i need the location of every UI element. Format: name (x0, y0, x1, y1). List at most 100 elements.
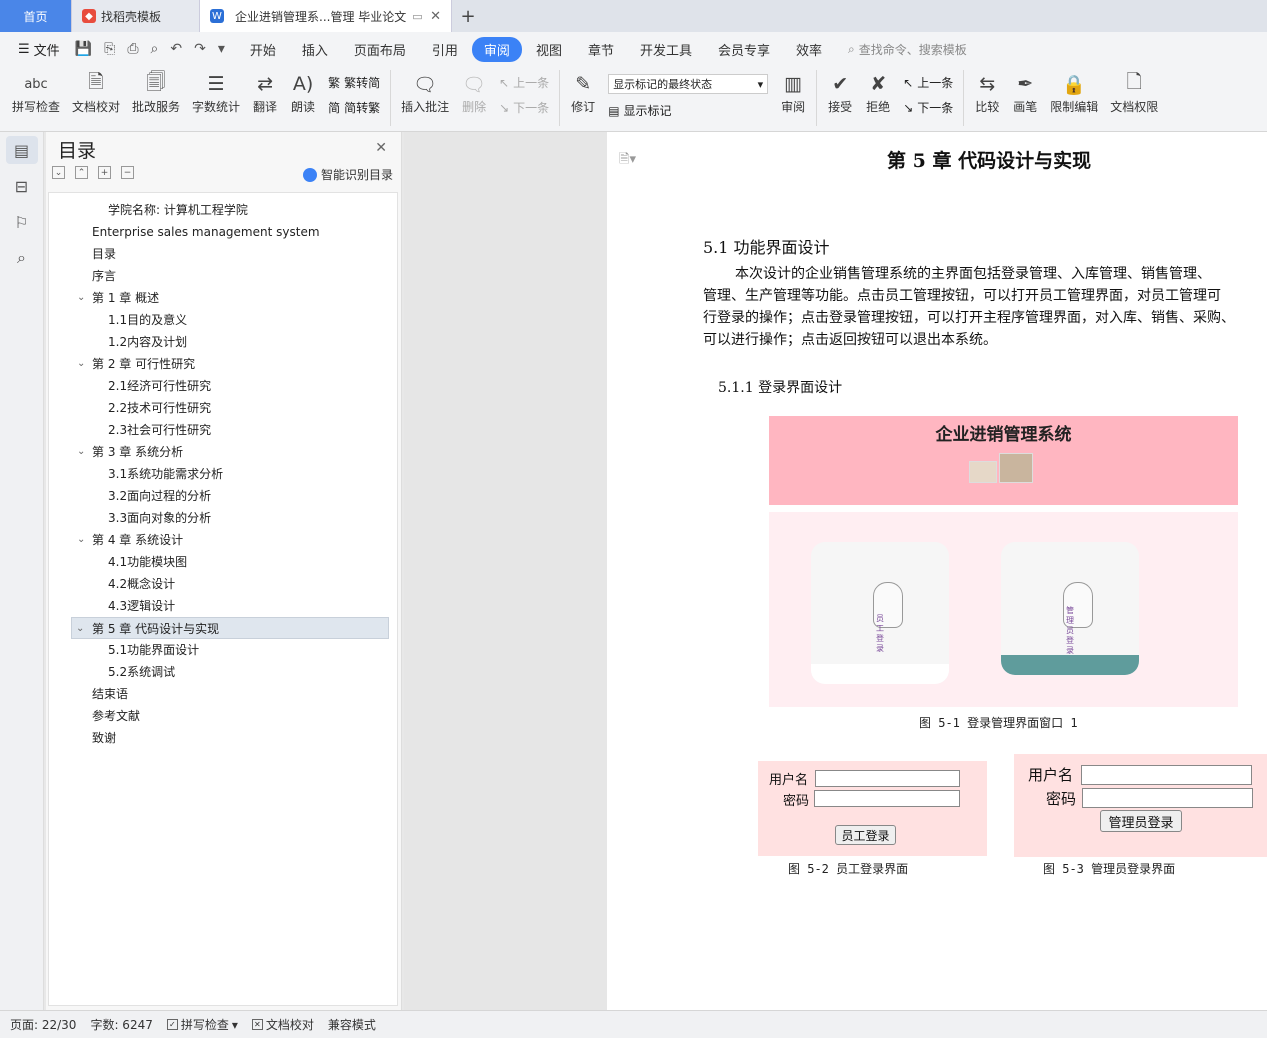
toc-item[interactable]: 2.1经济可行性研究 (49, 375, 397, 397)
toc-item[interactable]: Enterprise sales management system (49, 221, 397, 243)
markup-state-select[interactable]: 显示标记的最终状态 ▾ (608, 74, 769, 94)
pen-button[interactable]: ✒ 画笔 (1006, 70, 1044, 115)
menu-item-review[interactable]: 审阅 (471, 36, 522, 62)
redo-icon[interactable]: ↷ (189, 41, 211, 57)
status-spell-check[interactable]: ✓ 拼写检查 ▾ (166, 1016, 238, 1033)
review-pane-button[interactable]: ▥ 审阅 (774, 70, 812, 115)
page-indicator[interactable]: 页面: 22/30 (10, 1016, 76, 1033)
save-icon[interactable]: 💾 (70, 41, 97, 57)
prev-change-button[interactable]: ↖ 上一条 (903, 74, 953, 91)
close-icon[interactable]: ✕ (375, 140, 387, 156)
spell-check-button[interactable]: abc 拼写检查 (6, 70, 66, 115)
toc-item[interactable]: ⌄ 第 2 章 可行性研究 (49, 353, 397, 375)
insert-comment-button[interactable]: 🗨 插入批注 (395, 70, 455, 115)
show-markup-button[interactable]: ▤ 显示标记 (608, 102, 768, 119)
menu-item-home[interactable]: 开始 (238, 37, 288, 62)
undo-icon[interactable]: ↶ (165, 41, 187, 57)
paragraph-line: 行登录的操作；点击登录管理按钮，可以打开主程序管理界面，对入库、销售、采购、 (703, 310, 1235, 326)
toc-item[interactable]: 2.2技术可行性研究 (49, 397, 397, 419)
remove-heading-icon[interactable]: − (121, 166, 134, 179)
add-heading-icon[interactable]: + (98, 166, 111, 179)
export-pdf-icon[interactable]: ⎘ (99, 41, 120, 57)
customize-chevron-icon[interactable]: ▾ (213, 41, 230, 57)
next-change-button[interactable]: ↘ 下一条 (903, 99, 953, 116)
toc-item[interactable]: 学院名称: 计算机工程学院 (49, 199, 397, 221)
menu-item-references[interactable]: 引用 (420, 37, 470, 62)
toc-panel-icon[interactable]: ▤ (5, 136, 38, 164)
toc-item[interactable]: ⌄ 第 4 章 系统设计 (49, 529, 397, 551)
document-canvas[interactable]: 🗎▾ 第 5 章 代码设计与实现 5.1 功能界面设计 本次设计的企业销售管理系… (404, 132, 1267, 1010)
trad-to-simp-button[interactable]: 繁繁转简 (328, 74, 380, 91)
status-doc-check[interactable]: ✕ 文档校对 (251, 1016, 314, 1033)
menu-item-layout[interactable]: 页面布局 (342, 37, 418, 62)
menu-item-developer[interactable]: 开发工具 (628, 37, 704, 62)
print-icon[interactable]: ⎙ (122, 41, 143, 57)
toc-item[interactable]: 目录 (49, 243, 397, 265)
toc-item[interactable]: 5.1功能界面设计 (49, 639, 397, 661)
toc-item-label: 5.2系统调试 (108, 665, 176, 679)
simp-to-trad-button[interactable]: 简简转繁 (328, 99, 380, 116)
smart-toc-button[interactable]: 智能识别目录 (302, 166, 393, 183)
document-page[interactable]: 🗎▾ 第 5 章 代码设计与实现 5.1 功能界面设计 本次设计的企业销售管理系… (607, 132, 1267, 1010)
search-panel-icon[interactable]: ⌕ (6, 244, 38, 272)
file-menu[interactable]: ☰ 文件 (10, 40, 68, 59)
page-menu-icon[interactable]: 🗎▾ (619, 150, 636, 172)
print-preview-icon[interactable]: ⌕ (146, 41, 164, 57)
close-tab-icon[interactable]: ✕ (430, 9, 441, 24)
toc-item[interactable]: 4.1功能模块图 (49, 551, 397, 573)
toc-item[interactable]: ⌄ 第 3 章 系统分析 (49, 441, 397, 463)
menu-item-insert[interactable]: 插入 (290, 37, 340, 62)
prev-comment-button[interactable]: ↖ 上一条 (499, 74, 549, 91)
new-tab-button[interactable]: + (452, 0, 484, 32)
checkbox-icon: ✓ (166, 1019, 178, 1030)
next-comment-button[interactable]: ↘ 下一条 (499, 99, 549, 116)
chevron-down-icon[interactable]: ⌄ (77, 287, 85, 309)
toc-item[interactable]: 4.3逻辑设计 (49, 595, 397, 617)
menu-item-efficiency[interactable]: 效率 (784, 37, 834, 62)
chevron-down-icon[interactable]: ⌄ (77, 529, 85, 551)
translate-button[interactable]: ⇄ 翻译 (246, 70, 284, 115)
toc-item[interactable]: 结束语 (49, 683, 397, 705)
toc-item[interactable]: 3.2面向过程的分析 (49, 485, 397, 507)
read-aloud-button[interactable]: A) 朗读 (284, 70, 322, 115)
toc-item[interactable]: ⌄ 第 1 章 概述 (49, 287, 397, 309)
tab-home[interactable]: 首页 (0, 0, 72, 32)
accept-button[interactable]: ✔ 接受 (821, 70, 859, 115)
toc-item[interactable]: 参考文献 (49, 705, 397, 727)
toc-item[interactable]: 1.2内容及计划 (49, 331, 397, 353)
toc-item[interactable]: 2.3社会可行性研究 (49, 419, 397, 441)
toc-item[interactable]: 3.3面向对象的分析 (49, 507, 397, 529)
expand-icon[interactable]: ⌄ (52, 166, 65, 179)
chevron-down-icon[interactable]: ⌄ (77, 441, 85, 463)
chevron-down-icon[interactable]: ⌄ (76, 618, 84, 640)
menu-item-member[interactable]: 会员专享 (706, 37, 782, 62)
word-count-button[interactable]: ☰ 字数统计 (186, 70, 246, 115)
menu-item-section[interactable]: 章节 (576, 37, 626, 62)
toc-item[interactable]: ⌄ 第 5 章 代码设计与实现 (71, 617, 389, 639)
restrict-edit-button[interactable]: 🔒 限制编辑 (1044, 70, 1104, 115)
figure-app-title: 企业进销管理系统 (935, 425, 1072, 445)
bookmark-icon[interactable]: ⚐ (6, 208, 38, 236)
toc-item[interactable]: 1.1目的及意义 (49, 309, 397, 331)
word-count[interactable]: 字数: 6247 (90, 1016, 152, 1033)
toc-item[interactable]: 致谢 (49, 727, 397, 749)
float-window-icon[interactable]: ▭ (412, 10, 422, 23)
track-changes-button[interactable]: ✎ 修订 (564, 70, 602, 115)
delete-comment-button[interactable]: 🗨 删除 (455, 70, 493, 115)
doc-permission-button[interactable]: 🗋 文档权限 (1104, 70, 1164, 115)
batch-service-button[interactable]: 🗐 批改服务 (126, 70, 186, 115)
collapse-icon[interactable]: ⌃ (75, 166, 88, 179)
compare-button[interactable]: ⇆ 比较 (968, 70, 1006, 115)
command-search[interactable]: ⌕ 查找命令、搜索模板 (848, 41, 967, 58)
toc-item[interactable]: 序言 (49, 265, 397, 287)
reject-button[interactable]: ✘ 拒绝 (859, 70, 897, 115)
toc-item[interactable]: 3.1系统功能需求分析 (49, 463, 397, 485)
chevron-down-icon[interactable]: ⌄ (77, 353, 85, 375)
toc-item[interactable]: 4.2概念设计 (49, 573, 397, 595)
tab-template[interactable]: ◆ 找稻壳模板 (72, 0, 200, 32)
toc-item[interactable]: 5.2系统调试 (49, 661, 397, 683)
tab-document[interactable]: W 企业进销管理系...管理 毕业论文 ▭ ✕ (200, 0, 452, 32)
menu-item-view[interactable]: 视图 (524, 37, 574, 62)
doc-check-button[interactable]: 🗎 文档校对 (66, 70, 126, 115)
chapter-nav-icon[interactable]: ⊟ (6, 172, 38, 200)
